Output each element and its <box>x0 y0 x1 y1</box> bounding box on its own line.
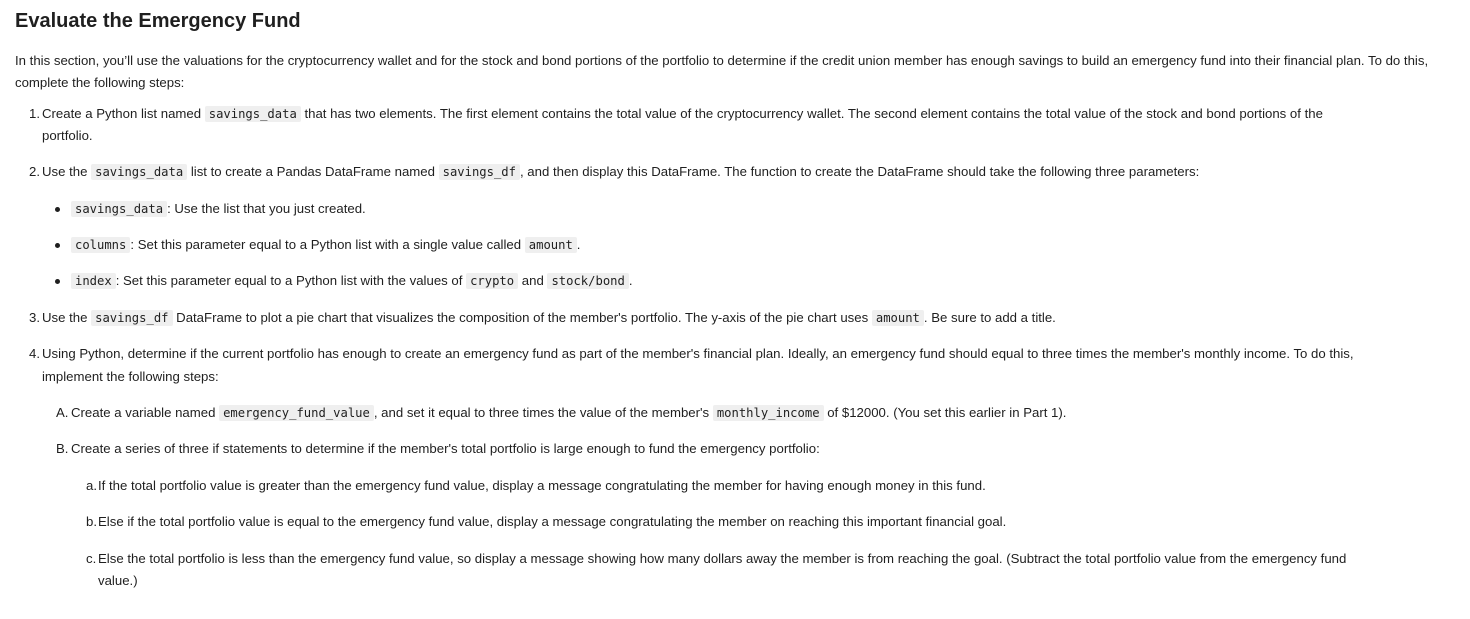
step-text: that has two elements. The first element… <box>300 106 1323 121</box>
step-text: . Be sure to add a title. <box>923 310 1056 325</box>
code-index: index <box>71 273 116 289</box>
bullet-icon <box>55 243 60 248</box>
intro-paragraph: In this section, you’ll use the valuatio… <box>15 53 1429 90</box>
step-text: Use the <box>42 310 92 325</box>
code-savings-data: savings_data <box>71 201 168 217</box>
step-number: 2. <box>29 164 40 179</box>
bullet-icon <box>55 279 60 284</box>
step-4-continuation: implement the following steps: <box>42 366 219 388</box>
step-number: 4. <box>29 346 40 361</box>
bullet-icon <box>55 207 60 212</box>
step-text: portfolio. <box>42 128 93 143</box>
substep-text: Create a variable named <box>71 405 220 420</box>
step-text: Using Python, determine if the current p… <box>42 346 1354 361</box>
param-text: : Set this parameter equal to a Python l… <box>130 237 525 252</box>
step-text: implement the following steps: <box>42 369 219 384</box>
condition-label: c. <box>86 551 97 566</box>
code-monthly-income: monthly_income <box>712 405 824 421</box>
step-text: , and then display this DataFrame. The f… <box>519 164 1200 179</box>
condition-text: If the total portfolio value is greater … <box>98 478 986 493</box>
substep-label: A. <box>56 405 69 420</box>
condition-c-continuation: value.) <box>98 570 138 592</box>
param-text: and <box>518 273 548 288</box>
step-1-text: Create a Python list named savings_data … <box>42 103 1323 125</box>
code-amount: amount <box>524 237 577 253</box>
code-columns: columns <box>71 237 131 253</box>
step-text: list to create a Pandas DataFrame named <box>187 164 439 179</box>
step-2-text: Use the savings_data list to create a Pa… <box>42 161 1199 183</box>
step-number: 1. <box>29 106 40 121</box>
condition-text: Else if the total portfolio value is equ… <box>98 514 1007 529</box>
step-1-continuation: portfolio. <box>42 125 93 147</box>
param-text: . <box>628 273 633 288</box>
code-crypto: crypto <box>466 273 519 289</box>
code-savings-data: savings_data <box>204 106 301 122</box>
step-text: Create a Python list named <box>42 106 205 121</box>
step-number: 3. <box>29 310 40 325</box>
code-amount: amount <box>871 310 924 326</box>
param-text: : Set this parameter equal to a Python l… <box>115 273 467 288</box>
condition-label: b. <box>86 514 97 529</box>
step-text: Use the <box>42 164 92 179</box>
code-savings-df: savings_df <box>91 310 173 326</box>
step-text: DataFrame to plot a pie chart that visua… <box>172 310 872 325</box>
condition-label: a. <box>86 478 97 493</box>
document: Evaluate the Emergency Fund In this sect… <box>15 4 1455 94</box>
condition-text: Else the total portfolio is less than th… <box>98 551 1347 566</box>
code-stock-bond: stock/bond <box>547 273 629 289</box>
code-savings-data: savings_data <box>91 164 188 180</box>
param-text: : Use the list that you just created. <box>167 201 366 216</box>
substep-label: B. <box>56 441 69 456</box>
code-savings-df: savings_df <box>438 164 520 180</box>
param-text: . <box>576 237 581 252</box>
code-emergency-fund-value: emergency_fund_value <box>219 405 374 421</box>
substep-text: Create a series of three if statements t… <box>71 441 820 456</box>
substep-text: of $12000. (You set this earlier in Part… <box>823 405 1067 420</box>
section-title: Evaluate the Emergency Fund <box>15 10 301 32</box>
substep-text: , and set it equal to three times the va… <box>373 405 713 420</box>
condition-text: value.) <box>98 573 138 588</box>
